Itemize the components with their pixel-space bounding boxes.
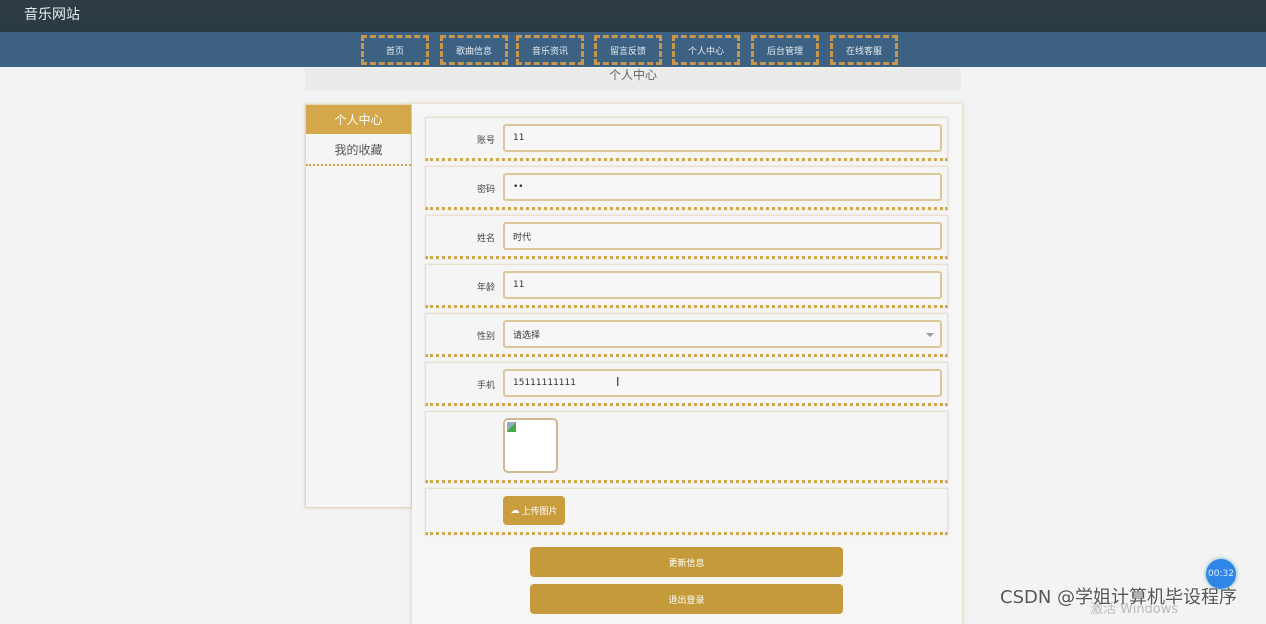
watermark: CSDN @学姐计算机毕设程序 [1000,587,1238,608]
form-row-phone: 手机 15111111111 [425,362,948,406]
nav-songs[interactable]: 歌曲信息 [440,35,508,65]
sidebar: 个人中心 我的收藏 [305,104,412,508]
account-label: 账号 [476,136,495,146]
logout-button[interactable]: 退出登录 [530,584,843,614]
broken-image-icon [507,422,516,432]
form-row-name: 姓名 时代 [425,215,948,259]
chevron-down-icon [926,333,934,337]
page-title: 个人中心 [305,68,961,91]
form-row-avatar [425,411,948,483]
age-label: 年龄 [476,283,495,293]
profile-form: 账号 11 密码 •• 姓名 时代 年龄 11 性别 请选择 手机 151111… [412,104,962,624]
form-row-password: 密码 •• [425,166,948,210]
nav-profile[interactable]: 个人中心 [672,35,740,65]
avatar-image [503,418,558,473]
text-cursor-icon: I [616,375,620,389]
age-input[interactable]: 11 [503,271,942,299]
top-bar: 音乐网站 [0,0,1266,32]
form-row-upload: ☁ 上传图片 [425,488,948,535]
form-row-gender: 性别 请选择 [425,313,948,357]
form-row-age: 年龄 11 [425,264,948,308]
nav-support[interactable]: 在线客服 [830,35,898,65]
site-title[interactable]: 音乐网站 [24,4,80,24]
nav-bar: 首页 歌曲信息 音乐资讯 留言反馈 个人中心 后台管理 在线客服 [0,32,1266,67]
upload-image-button[interactable]: ☁ 上传图片 [503,496,565,525]
password-input[interactable]: •• [503,173,942,201]
gender-select[interactable]: 请选择 [503,320,942,348]
password-label: 密码 [476,185,495,195]
nav-home[interactable]: 首页 [361,35,429,65]
nav-news[interactable]: 音乐资讯 [516,35,584,65]
phone-input[interactable]: 15111111111 [503,369,942,397]
name-label: 姓名 [476,234,495,244]
form-row-account: 账号 11 [425,117,948,161]
sidebar-item-favorites[interactable]: 我的收藏 [306,134,411,166]
upload-label: 上传图片 [521,507,558,517]
nav-admin[interactable]: 后台管理 [751,35,819,65]
gender-label: 性别 [476,332,495,342]
update-info-button[interactable]: 更新信息 [530,547,843,577]
nav-feedback[interactable]: 留言反馈 [594,35,662,65]
name-input[interactable]: 时代 [503,222,942,250]
cloud-upload-icon: ☁ [510,505,520,516]
phone-label: 手机 [476,381,495,391]
account-input[interactable]: 11 [503,124,942,152]
sidebar-item-profile[interactable]: 个人中心 [306,105,411,134]
gender-select-value: 请选择 [513,330,541,341]
